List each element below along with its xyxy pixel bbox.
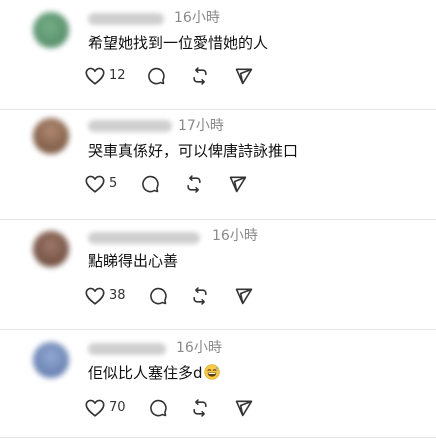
repost-button[interactable] [190,284,210,308]
send-icon [235,400,253,417]
repost-button[interactable] [184,172,204,196]
action-bar: 38 [84,284,284,308]
reply-text: 哭車真係好，可以俾唐詩詠推口 [88,142,299,160]
action-bar: 70 [84,396,284,420]
timestamp: 16小時 [212,228,258,244]
send-icon [229,176,247,193]
share-button[interactable] [234,284,254,308]
send-icon [235,288,253,305]
action-bar: 12 [84,64,284,88]
like-count: 70 [109,400,126,415]
username-blurred[interactable] [88,13,164,25]
repost-icon [193,287,207,305]
heart-icon [85,175,105,193]
reply-button[interactable] [146,64,166,88]
share-button[interactable] [228,172,248,196]
share-button[interactable] [234,64,254,88]
comment-icon [142,175,159,193]
avatar[interactable] [33,118,69,154]
reply-item: 16小時 點睇得出心善 38 [0,220,436,330]
heart-icon [85,399,105,417]
share-button[interactable] [234,396,254,420]
like-count: 5 [109,176,118,191]
timestamp: 16小時 [176,340,222,356]
like-button[interactable]: 5 [84,172,117,196]
repost-button[interactable] [190,396,210,420]
like-count: 12 [109,68,126,83]
heart-icon [85,67,105,85]
reply-text: 希望她找到一位愛惜她的人 [88,34,269,52]
repost-button[interactable] [190,64,210,88]
repost-icon [187,175,201,193]
username-blurred[interactable] [88,343,166,355]
comment-icon [150,399,167,417]
reply-text: 點睇得出心善 [88,252,179,270]
username-blurred[interactable] [88,232,200,244]
repost-icon [193,67,207,85]
reply-item: 16小時 佢似比人塞住多d 70 [0,330,436,438]
action-bar: 5 [84,172,284,196]
reply-item: 17小時 哭車真係好，可以俾唐詩詠推口 5 [0,110,436,220]
username-blurred[interactable] [88,120,172,132]
like-count: 38 [109,288,126,303]
reply-item: 16小時 希望她找到一位愛惜她的人 12 [0,0,436,110]
send-icon [235,68,253,85]
reply-text: 佢似比人塞住多d [88,362,220,384]
like-button[interactable]: 12 [84,64,126,88]
comment-icon [150,287,167,305]
heart-icon [85,287,105,305]
reply-button[interactable] [148,284,168,308]
avatar[interactable] [33,342,69,378]
like-button[interactable]: 70 [84,396,126,420]
timestamp: 17小時 [178,118,224,134]
like-button[interactable]: 38 [84,284,126,308]
timestamp: 16小時 [174,10,220,26]
grinning-sweat-emoji [203,364,220,380]
repost-icon [193,399,207,417]
reply-button[interactable] [140,172,160,196]
avatar[interactable] [33,12,69,48]
comment-icon [148,67,165,85]
reply-text-content: 佢似比人塞住多d [88,364,203,382]
avatar[interactable] [33,231,69,267]
reply-button[interactable] [148,396,168,420]
